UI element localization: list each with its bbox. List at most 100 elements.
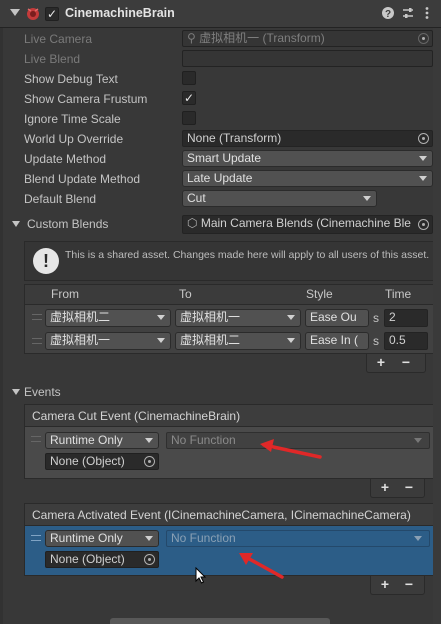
- drag-handle-icon[interactable]: [32, 338, 42, 344]
- custom-blends-foldout-icon[interactable]: [12, 221, 20, 227]
- event-listener-row-selected[interactable]: Runtime Only No Function None (Object): [25, 526, 436, 575]
- runtime-mode-value: Runtime Only: [50, 433, 123, 447]
- chevron-down-icon: [287, 315, 295, 320]
- table-row-from-dropdown[interactable]: 虚拟相机一: [45, 332, 171, 350]
- blend-asset-icon: ⬡: [187, 216, 198, 230]
- world-up-override-field[interactable]: None (Transform): [182, 130, 433, 147]
- blend-update-method-dropdown[interactable]: Late Update: [182, 170, 433, 187]
- table-row-style-dropdown[interactable]: Ease In (: [305, 332, 369, 350]
- blend-style-value: Ease Ou: [310, 310, 357, 324]
- column-header-from: From: [51, 287, 79, 301]
- add-blend-button[interactable]: +: [370, 355, 392, 372]
- runtime-mode-dropdown[interactable]: Runtime Only: [45, 530, 159, 547]
- default-blend-label: Default Blend: [24, 192, 97, 206]
- table-row-time-input[interactable]: 2: [384, 309, 428, 327]
- time-unit-label: s: [373, 311, 379, 325]
- kebab-menu-icon[interactable]: [419, 6, 435, 22]
- ignore-time-scale-label: Ignore Time Scale: [24, 112, 121, 126]
- mouse-cursor-icon: [195, 567, 207, 584]
- camera-cut-event-box: Camera Cut Event (CinemachineBrain) Runt…: [24, 404, 437, 479]
- component-enabled-checkbox[interactable]: ✓: [45, 7, 59, 21]
- object-picker-icon[interactable]: [144, 456, 155, 467]
- chevron-down-icon: [363, 196, 371, 201]
- live-camera-label: Live Camera: [24, 32, 93, 46]
- live-blend-label: Live Blend: [24, 52, 81, 66]
- custom-blends-table: From To Style Time 虚拟相机二 虚拟相机一 Ease Ou s…: [24, 284, 436, 354]
- chevron-down-icon: [145, 536, 153, 541]
- blend-from-value: 虚拟相机一: [50, 333, 111, 347]
- info-text: This is a shared asset. Changes made her…: [65, 249, 430, 261]
- annotation-arrow-icon: [260, 439, 322, 459]
- activated-event-add-remove-bar: + −: [370, 576, 425, 595]
- camera-cut-event-title: Camera Cut Event (CinemachineBrain): [25, 405, 436, 427]
- component-header[interactable]: ✓ CinemachineBrain ?: [0, 0, 441, 28]
- annotation-arrow-icon: [239, 553, 284, 579]
- blend-update-method-label: Blend Update Method: [24, 172, 141, 186]
- chevron-down-icon: [287, 338, 295, 343]
- runtime-mode-dropdown[interactable]: Runtime Only: [45, 432, 159, 449]
- live-blend-field: [182, 50, 433, 67]
- drag-handle-icon[interactable]: [31, 535, 41, 541]
- default-blend-value: Cut: [187, 191, 206, 205]
- custom-blends-field[interactable]: ⬡ Main Camera Blends (Cinemachine Ble: [182, 215, 433, 234]
- show-camera-frustum-label: Show Camera Frustum: [24, 92, 148, 106]
- event-target-object-value: None (Object): [50, 454, 125, 468]
- ignore-time-scale-checkbox[interactable]: [182, 111, 196, 125]
- column-header-time: Time: [385, 287, 412, 301]
- add-listener-button[interactable]: +: [374, 480, 396, 497]
- update-method-dropdown[interactable]: Smart Update: [182, 150, 433, 167]
- camera-activated-event-title: Camera Activated Event (ICinemachineCame…: [25, 504, 436, 526]
- chevron-down-icon: [157, 338, 165, 343]
- scrollbar[interactable]: [433, 28, 441, 624]
- blends-add-remove-bar: + −: [366, 354, 426, 373]
- function-value: No Function: [171, 531, 236, 545]
- fold-arrow-icon[interactable]: [10, 9, 20, 16]
- function-value: No Function: [171, 433, 236, 447]
- presets-icon[interactable]: [400, 6, 416, 22]
- function-dropdown[interactable]: No Function: [166, 530, 430, 547]
- table-row-to-dropdown[interactable]: 虚拟相机一: [175, 309, 301, 327]
- event-listener-row[interactable]: Runtime Only No Function None (Object): [25, 427, 436, 478]
- drag-handle-icon[interactable]: [32, 314, 42, 320]
- left-edge: [0, 28, 3, 624]
- show-debug-text-checkbox[interactable]: [182, 71, 196, 85]
- blend-style-value: Ease In (: [310, 333, 359, 347]
- remove-listener-button[interactable]: −: [398, 577, 420, 594]
- object-picker-icon[interactable]: [144, 554, 155, 565]
- remove-listener-button[interactable]: −: [398, 480, 420, 497]
- live-camera-value: 虚拟相机一 (Transform): [199, 31, 325, 45]
- remove-blend-button[interactable]: −: [395, 355, 417, 372]
- default-blend-dropdown[interactable]: Cut: [182, 190, 377, 207]
- custom-blends-label: Custom Blends: [27, 217, 109, 231]
- table-row-from-dropdown[interactable]: 虚拟相机二: [45, 309, 171, 327]
- blend-update-method-value: Late Update: [187, 171, 253, 185]
- shared-asset-info-box: ! This is a shared asset. Changes made h…: [24, 241, 438, 281]
- table-row-to-dropdown[interactable]: 虚拟相机二: [175, 332, 301, 350]
- bottom-add-component-edge: [110, 618, 330, 624]
- world-up-override-label: World Up Override: [24, 132, 124, 146]
- table-row-time-input[interactable]: 0.5: [384, 332, 428, 350]
- live-camera-field: ⚲ 虚拟相机一 (Transform): [182, 30, 433, 47]
- time-unit-label: s: [373, 334, 379, 348]
- blend-to-value: 虚拟相机二: [180, 333, 241, 347]
- event-target-object-field[interactable]: None (Object): [45, 551, 159, 568]
- help-icon[interactable]: ?: [380, 6, 396, 22]
- component-title: CinemachineBrain: [65, 6, 175, 20]
- drag-handle-icon[interactable]: [31, 436, 41, 442]
- world-up-override-value: None (Transform): [187, 131, 282, 145]
- object-picker-icon[interactable]: [418, 219, 429, 230]
- transform-icon: ⚲: [187, 31, 196, 45]
- camera-activated-event-box: Camera Activated Event (ICinemachineCame…: [24, 503, 437, 576]
- chevron-down-icon: [157, 315, 165, 320]
- events-foldout-icon[interactable]: [12, 389, 20, 395]
- show-camera-frustum-checkbox[interactable]: ✓: [182, 91, 196, 105]
- event-target-object-field[interactable]: None (Object): [45, 453, 159, 470]
- chevron-down-icon: [419, 176, 427, 181]
- chevron-down-icon: [414, 438, 422, 443]
- table-header: From To Style Time: [25, 285, 435, 305]
- object-picker-icon[interactable]: [418, 133, 429, 144]
- custom-blends-value: Main Camera Blends (Cinemachine Ble: [200, 216, 411, 230]
- table-row-style-dropdown[interactable]: Ease Ou: [305, 309, 369, 327]
- cut-event-add-remove-bar: + −: [370, 479, 425, 498]
- add-listener-button[interactable]: +: [374, 577, 396, 594]
